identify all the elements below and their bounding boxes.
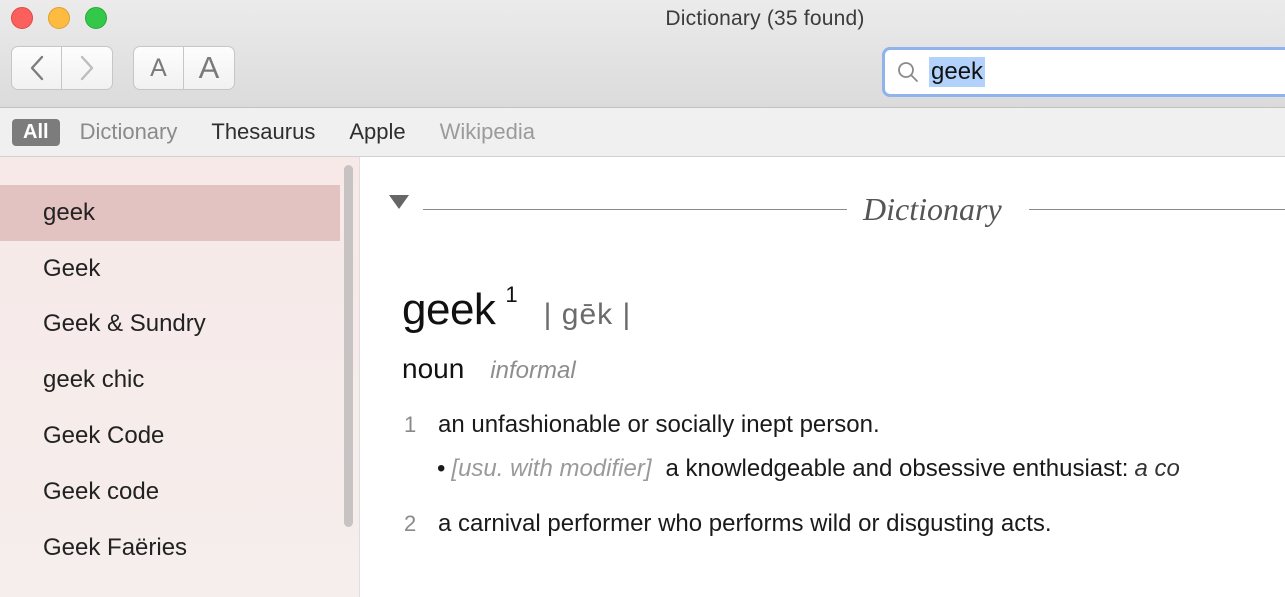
homograph-number: 1: [505, 282, 518, 307]
sense-number: 2: [404, 511, 417, 536]
result-item-geek-and-sundry[interactable]: Geek & Sundry: [0, 297, 340, 353]
headword: geek: [402, 285, 496, 334]
search-input-text[interactable]: geek: [929, 57, 986, 87]
sidebar-scrollbar[interactable]: [341, 161, 355, 597]
result-item-geek-code-capital[interactable]: Geek Code: [0, 408, 340, 464]
part-of-speech: noun: [402, 353, 465, 384]
sense-2: 2 a carnival performer who performs wild…: [404, 510, 1052, 538]
increase-font-button[interactable]: A: [184, 46, 235, 90]
filter-dictionary[interactable]: Dictionary: [80, 119, 178, 145]
sense-1-subsense: • [usu. with modifier] a knowledgeable a…: [437, 455, 1180, 483]
search-field[interactable]: geek: [882, 47, 1285, 97]
filter-thesaurus[interactable]: Thesaurus: [211, 119, 315, 145]
bullet: •: [437, 455, 446, 482]
part-of-speech-line: noun informal: [402, 353, 576, 385]
decrease-font-button[interactable]: A: [133, 46, 184, 90]
dictionary-window: Dictionary (35 found) A A geek All Dicti…: [0, 0, 1285, 597]
definition-pane: Dictionary geek 1 | gēk | noun informal …: [361, 157, 1285, 597]
sense-1: 1 an unfashionable or socially inept per…: [404, 411, 880, 439]
result-item-geek-chic[interactable]: geek chic: [0, 352, 340, 408]
chevron-right-icon: [80, 55, 94, 81]
back-button[interactable]: [11, 46, 62, 90]
window-title: Dictionary (35 found): [665, 7, 865, 30]
navigation-buttons: [11, 46, 113, 90]
filter-apple[interactable]: Apple: [349, 119, 405, 145]
filter-wikipedia[interactable]: Wikipedia: [440, 119, 535, 145]
sense-definition: an unfashionable or socially inept perso…: [438, 411, 880, 438]
entry-header: geek 1 | gēk |: [402, 282, 632, 335]
section-title: Dictionary: [863, 191, 1002, 227]
subsense-definition: a knowledgeable and obsessive enthusiast…: [665, 455, 1129, 482]
result-item-geek-code[interactable]: Geek code: [0, 464, 340, 520]
sidebar-scroll-thumb[interactable]: [344, 165, 353, 527]
result-item-geek[interactable]: geek: [0, 185, 340, 241]
register-label: informal: [490, 357, 576, 384]
sense-definition: a carnival performer who performs wild o…: [438, 510, 1052, 537]
example-phrase: a co: [1134, 455, 1180, 482]
chevron-left-icon: [30, 55, 43, 81]
toolbar: Dictionary (35 found) A A geek: [0, 0, 1285, 108]
result-item-geek-capital[interactable]: Geek: [0, 241, 340, 297]
disclosure-triangle-icon[interactable]: [389, 195, 409, 209]
sense-number: 1: [404, 412, 417, 437]
results-sidebar: geek Geek Geek & Sundry geek chic Geek C…: [0, 157, 360, 597]
result-item-geek-faeries[interactable]: Geek Faëries: [0, 520, 340, 576]
font-size-buttons: A A: [133, 46, 235, 90]
source-filter-bar: All Dictionary Thesaurus Apple Wikipedia: [0, 108, 1285, 157]
filter-all[interactable]: All: [12, 118, 60, 146]
grammar-note: [usu. with modifier]: [451, 455, 652, 482]
section-divider-right: [1029, 209, 1285, 210]
magnifier-icon: [898, 62, 918, 82]
forward-button[interactable]: [62, 46, 113, 90]
pronunciation: | gēk |: [543, 298, 632, 331]
results-list: geek Geek Geek & Sundry geek chic Geek C…: [0, 185, 340, 576]
section-divider-left: [423, 209, 847, 210]
